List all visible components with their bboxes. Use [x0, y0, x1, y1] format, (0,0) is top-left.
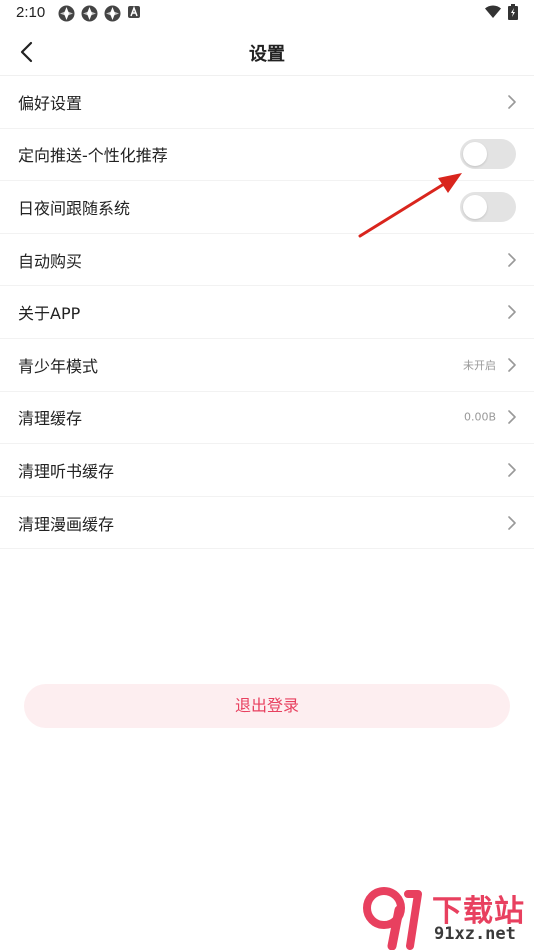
setting-teen-mode[interactable]: 青少年模式 未开启	[0, 339, 534, 392]
app-notification-icon	[58, 5, 75, 22]
setting-follow-system-theme: 日夜间跟随系统	[0, 181, 534, 234]
wifi-icon	[485, 5, 501, 18]
setting-label: 日夜间跟随系统	[18, 198, 131, 218]
status-bar: 2:10	[0, 0, 534, 28]
page-title: 设置	[249, 44, 285, 65]
setting-label: 关于APP	[18, 304, 81, 324]
setting-label: 清理听书缓存	[18, 461, 115, 481]
setting-label: 定向推送-个性化推荐	[18, 146, 168, 166]
chevron-right-icon	[508, 357, 516, 372]
setting-about-app[interactable]: 关于APP	[0, 286, 534, 339]
setting-personalized-push: 定向推送-个性化推荐	[0, 129, 534, 182]
chevron-right-icon	[508, 94, 516, 109]
setting-auto-purchase[interactable]: 自动购买	[0, 234, 534, 287]
setting-label: 自动购买	[18, 251, 83, 271]
setting-clear-cache[interactable]: 清理缓存 0.00B	[0, 392, 534, 445]
chevron-right-icon	[508, 463, 516, 477]
watermark-url: 91xz.net	[434, 924, 516, 944]
status-right-icons	[484, 4, 518, 20]
logout-button[interactable]: 退出登录	[24, 684, 510, 728]
setting-preferences[interactable]: 偏好设置	[0, 76, 534, 129]
teen-mode-status: 未开启	[463, 358, 496, 372]
chevron-right-icon	[508, 515, 516, 530]
cache-size: 0.00B	[463, 410, 496, 424]
setting-label: 偏好设置	[18, 93, 83, 113]
chevron-right-icon	[508, 252, 516, 267]
settings-list: 偏好设置 定向推送-个性化推荐 日夜间跟随系统 自动购买 关于APP 青少年模式…	[0, 76, 534, 550]
watermark-logo-icon	[363, 887, 422, 950]
toggle-knob	[463, 142, 487, 167]
toggle-knob	[463, 194, 487, 219]
chevron-right-icon	[508, 305, 516, 319]
watermark: 下载站 91xz.net	[362, 884, 534, 950]
setting-label: 清理缓存	[18, 409, 83, 429]
setting-clear-audiobook-cache[interactable]: 清理听书缓存	[0, 444, 534, 497]
setting-clear-comic-cache[interactable]: 清理漫画缓存	[0, 497, 534, 550]
follow-system-theme-toggle[interactable]	[460, 191, 516, 222]
nav-bar: 设置	[0, 28, 534, 76]
personalized-push-toggle[interactable]	[460, 139, 516, 170]
chevron-right-icon	[508, 410, 516, 425]
status-time: 2:10	[16, 4, 46, 21]
a-badge-icon	[128, 5, 140, 18]
setting-label: 清理漫画缓存	[18, 514, 115, 534]
status-notification-icons	[58, 5, 141, 22]
setting-label: 青少年模式	[18, 356, 99, 376]
app-notification-icon	[104, 5, 121, 22]
app-notification-icon	[81, 5, 98, 22]
battery-icon	[508, 4, 518, 20]
